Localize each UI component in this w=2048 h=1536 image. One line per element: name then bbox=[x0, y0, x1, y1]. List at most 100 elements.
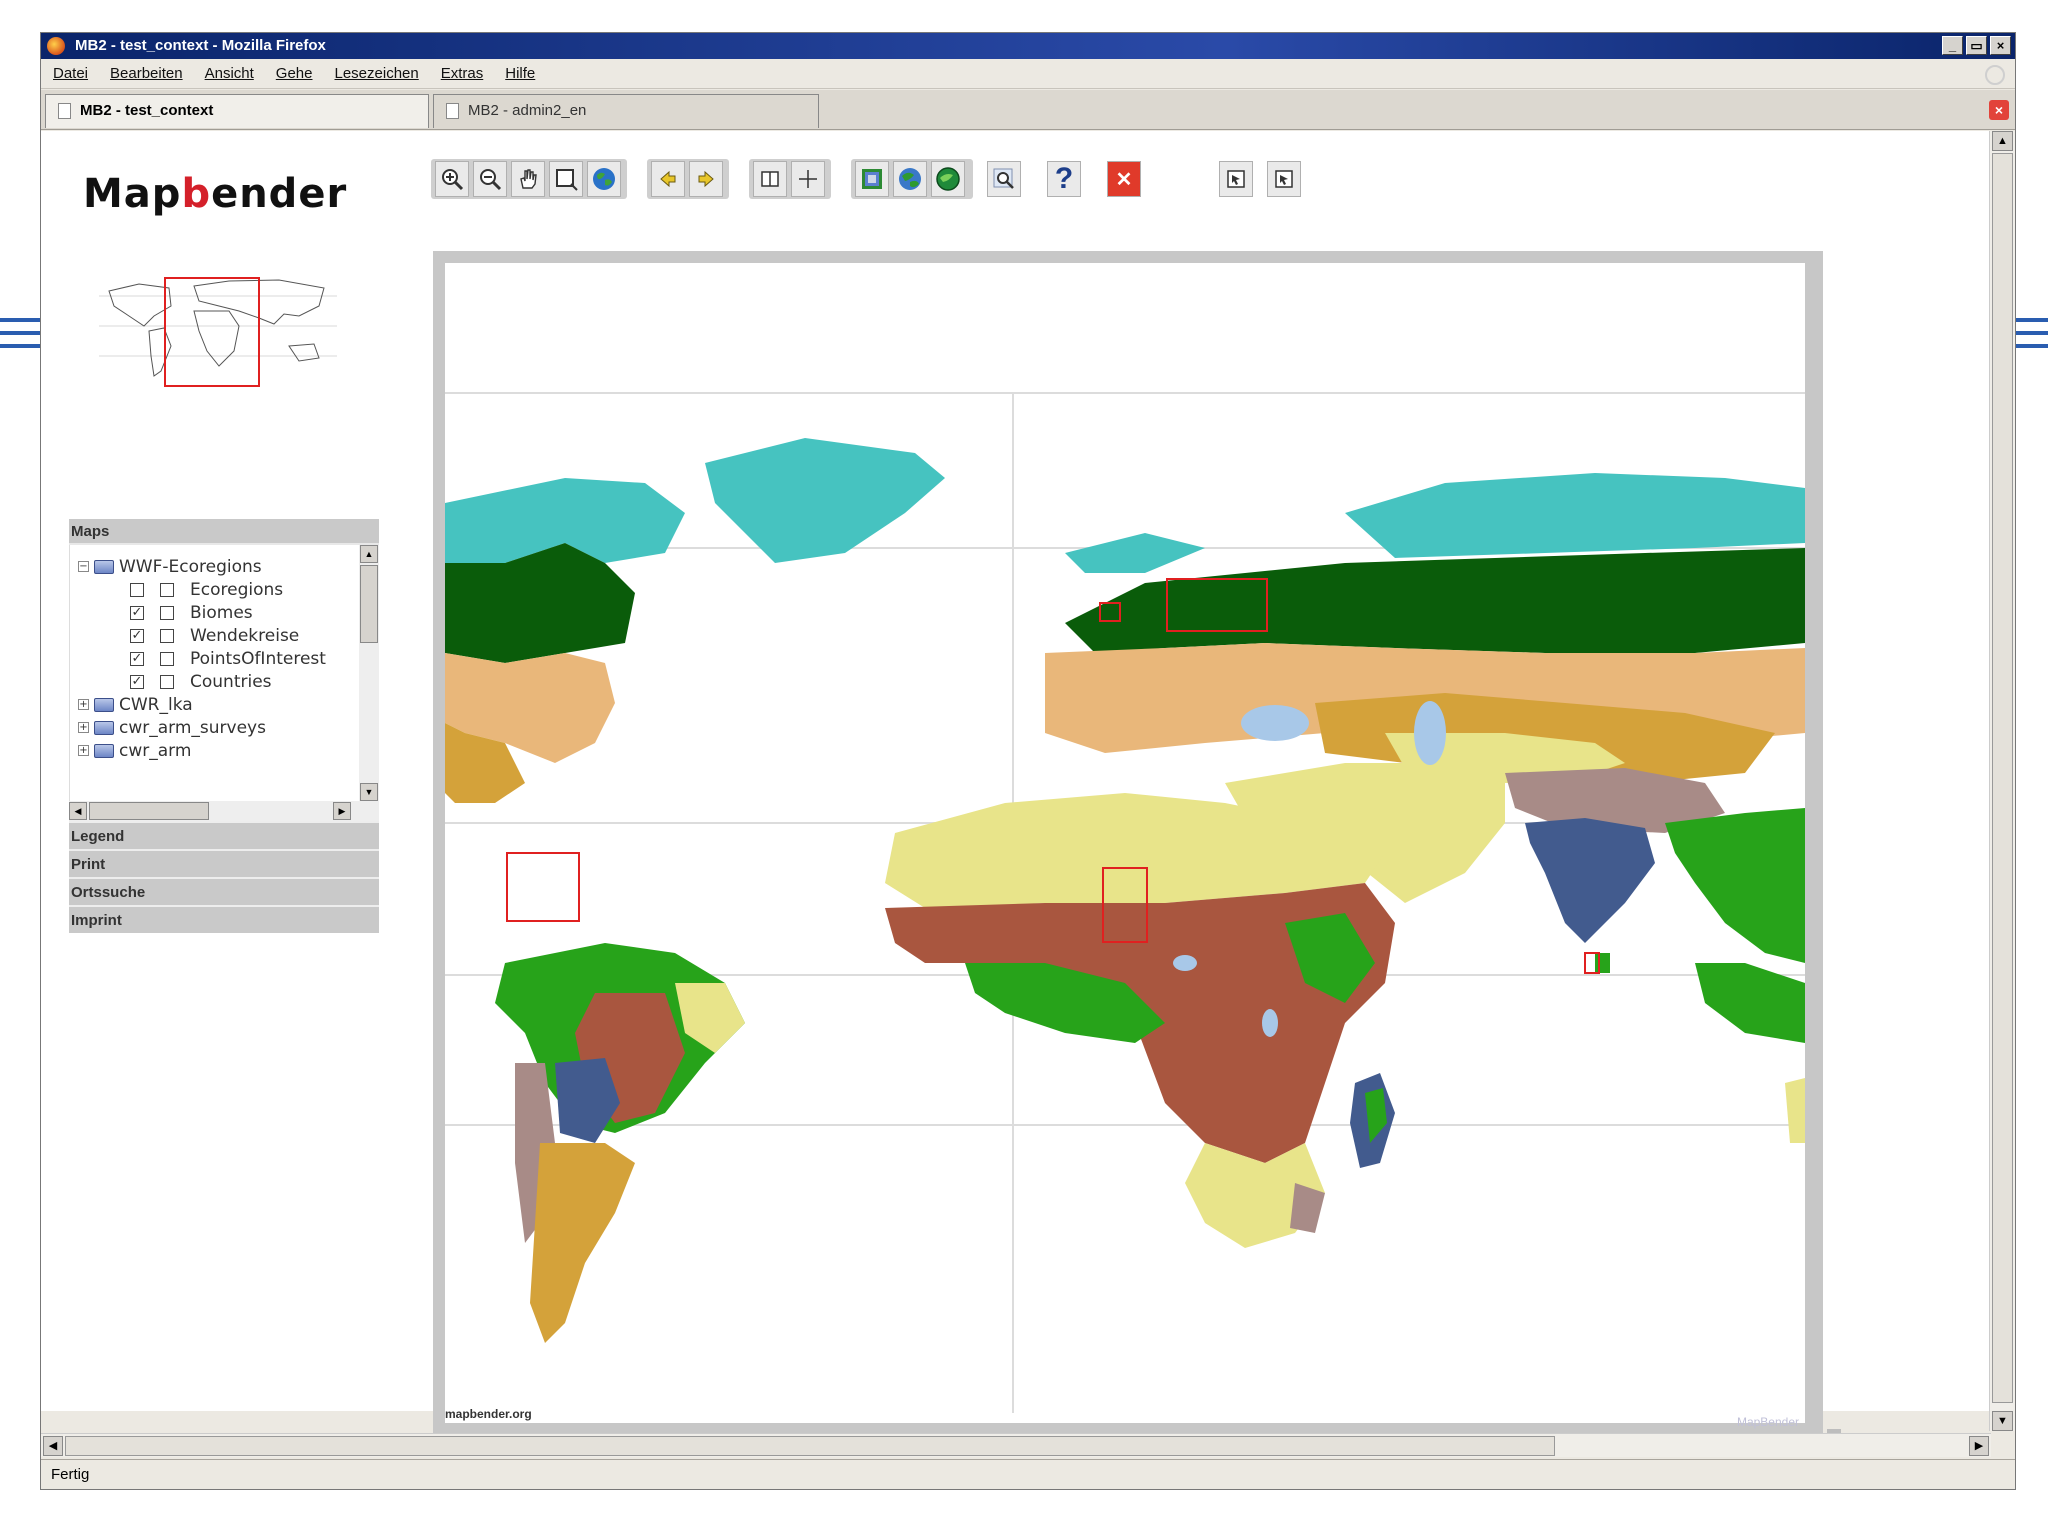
scroll-thumb[interactable] bbox=[89, 802, 209, 820]
tree-folder-wwf-ecoregions[interactable]: − WWF-Ecoregions bbox=[78, 555, 262, 578]
tree-label: WWF-Ecoregions bbox=[119, 556, 262, 577]
overview-map[interactable] bbox=[99, 266, 337, 394]
full-extent-globe-icon[interactable] bbox=[587, 161, 621, 197]
coordinates-icon[interactable] bbox=[791, 161, 825, 197]
tab-admin2-en[interactable]: MB2 - admin2_en bbox=[433, 94, 819, 128]
pan-hand-icon[interactable] bbox=[511, 161, 545, 197]
load-wms-icon[interactable] bbox=[855, 161, 889, 197]
zoom-out-icon[interactable] bbox=[473, 161, 507, 197]
back-arrow-icon[interactable] bbox=[651, 161, 685, 197]
scroll-right-button[interactable]: ▶ bbox=[1969, 1436, 1989, 1456]
tree-folder-cwr-arm-surveys[interactable]: + cwr_arm_surveys bbox=[78, 716, 266, 739]
menu-datei[interactable]: Datei bbox=[53, 65, 88, 82]
page-horizontal-scrollbar[interactable]: ◀ ▶ bbox=[41, 1433, 1991, 1457]
menu-bearbeiten[interactable]: Bearbeiten bbox=[110, 65, 183, 82]
select-icon[interactable] bbox=[753, 161, 787, 197]
scroll-thumb[interactable] bbox=[360, 565, 378, 643]
tab-label: MB2 - admin2_en bbox=[468, 102, 587, 119]
logo-part-accent: b bbox=[181, 171, 212, 217]
logo-part-map: Map bbox=[83, 171, 182, 217]
scroll-left-button[interactable]: ◀ bbox=[43, 1436, 63, 1456]
tree-layer-biomes: ✓ Biomes bbox=[130, 601, 253, 624]
query-checkbox[interactable] bbox=[160, 628, 174, 643]
tree-label: Countries bbox=[190, 671, 272, 692]
zoom-box-icon[interactable] bbox=[549, 161, 583, 197]
menu-bar: Datei Bearbeiten Ansicht Gehe Lesezeiche… bbox=[41, 59, 2015, 89]
query-checkbox[interactable] bbox=[160, 651, 174, 666]
scroll-thumb[interactable] bbox=[65, 1436, 1555, 1456]
scroll-thumb[interactable] bbox=[1992, 153, 2013, 1403]
page-icon bbox=[446, 103, 459, 119]
scroll-left-button[interactable]: ◀ bbox=[69, 802, 87, 820]
window-controls: _ ▭ × bbox=[1942, 36, 2011, 55]
scroll-up-button[interactable]: ▲ bbox=[1992, 131, 2013, 151]
tree-vertical-scrollbar[interactable]: ▲ ▼ bbox=[359, 545, 379, 801]
close-tab-button[interactable]: × bbox=[1989, 100, 2009, 120]
export-icon[interactable] bbox=[1219, 161, 1253, 197]
layer-tree: − WWF-Ecoregions Ecoregions ✓ Biomes ✓ W… bbox=[69, 545, 379, 801]
menu-lesezeichen[interactable]: Lesezeichen bbox=[335, 65, 419, 82]
browser-window: MB2 - test_context - Mozilla Firefox _ ▭… bbox=[40, 32, 2016, 1490]
menu-ansicht[interactable]: Ansicht bbox=[205, 65, 254, 82]
map-frame: mapbender.org MapBender bbox=[433, 251, 1823, 1435]
menu-extras[interactable]: Extras bbox=[441, 65, 484, 82]
query-checkbox[interactable] bbox=[160, 605, 174, 620]
print-panel-header[interactable]: Print bbox=[69, 849, 379, 877]
minimize-button[interactable]: _ bbox=[1942, 36, 1963, 55]
close-window-button[interactable]: × bbox=[1990, 36, 2011, 55]
legend-panel-header[interactable]: Legend bbox=[69, 821, 379, 849]
scroll-right-button[interactable]: ▶ bbox=[333, 802, 351, 820]
expand-toggle[interactable]: + bbox=[78, 745, 89, 756]
close-icon[interactable]: ✕ bbox=[1107, 161, 1141, 197]
page-content: Mapbender Maps − WWF-Ecoregions Ecoregio… bbox=[41, 131, 1991, 1443]
tree-layer-wendekreise: ✓ Wendekreise bbox=[130, 624, 299, 647]
status-text: Fertig bbox=[51, 1466, 90, 1483]
imprint-panel-header[interactable]: Imprint bbox=[69, 905, 379, 933]
maximize-button[interactable]: ▭ bbox=[1966, 36, 1987, 55]
layer-checkbox[interactable] bbox=[130, 582, 144, 597]
collapse-toggle[interactable]: − bbox=[78, 561, 89, 572]
layer-checkbox[interactable]: ✓ bbox=[130, 651, 144, 666]
throbber-icon bbox=[1985, 65, 2005, 85]
page-vertical-scrollbar[interactable]: ▲ ▼ bbox=[1989, 131, 2015, 1431]
layer-checkbox[interactable]: ✓ bbox=[130, 628, 144, 643]
search-icon[interactable] bbox=[987, 161, 1021, 197]
layer-checkbox[interactable]: ✓ bbox=[130, 605, 144, 620]
expand-toggle[interactable]: + bbox=[78, 699, 89, 710]
tab-test-context[interactable]: MB2 - test_context bbox=[45, 94, 429, 128]
ortssuche-panel-header[interactable]: Ortssuche bbox=[69, 877, 379, 905]
layer-globe-icon[interactable] bbox=[893, 161, 927, 197]
wms-globe-icon[interactable] bbox=[931, 161, 965, 197]
tree-folder-cwr-lka[interactable]: + CWR_lka bbox=[78, 693, 193, 716]
menu-hilfe[interactable]: Hilfe bbox=[505, 65, 535, 82]
tab-label: MB2 - test_context bbox=[80, 102, 214, 119]
query-checkbox[interactable] bbox=[160, 582, 174, 597]
logo-part-ender: ender bbox=[211, 171, 348, 217]
tree-layer-ecoregions: Ecoregions bbox=[130, 578, 283, 601]
scroll-down-button[interactable]: ▼ bbox=[360, 783, 378, 801]
scroll-up-button[interactable]: ▲ bbox=[360, 545, 378, 563]
scroll-down-button[interactable]: ▼ bbox=[1992, 1411, 2013, 1431]
help-icon[interactable]: ? bbox=[1047, 161, 1081, 197]
export-alt-icon[interactable] bbox=[1267, 161, 1301, 197]
expand-toggle[interactable]: + bbox=[78, 722, 89, 733]
zoom-in-icon[interactable] bbox=[435, 161, 469, 197]
tree-label: cwr_arm bbox=[119, 740, 192, 761]
query-checkbox[interactable] bbox=[160, 674, 174, 689]
tree-folder-cwr-arm[interactable]: + cwr_arm bbox=[78, 739, 191, 762]
folder-icon bbox=[94, 743, 114, 758]
layer-checkbox[interactable]: ✓ bbox=[130, 674, 144, 689]
map-credit: mapbender.org bbox=[445, 1407, 532, 1421]
menu-gehe[interactable]: Gehe bbox=[276, 65, 313, 82]
folder-icon bbox=[94, 559, 114, 574]
tree-label: cwr_arm_surveys bbox=[119, 717, 266, 738]
tree-horizontal-scrollbar[interactable]: ◀ ▶ bbox=[69, 801, 379, 821]
status-bar: Fertig bbox=[41, 1459, 2015, 1489]
folder-icon bbox=[94, 720, 114, 735]
forward-arrow-icon[interactable] bbox=[689, 161, 723, 197]
firefox-icon bbox=[47, 37, 65, 55]
tab-bar: MB2 - test_context MB2 - admin2_en × bbox=[41, 90, 2015, 130]
tree-layer-countries: ✓ Countries bbox=[130, 670, 272, 693]
maps-panel-header[interactable]: Maps bbox=[69, 519, 379, 545]
map-canvas[interactable] bbox=[445, 263, 1805, 1423]
